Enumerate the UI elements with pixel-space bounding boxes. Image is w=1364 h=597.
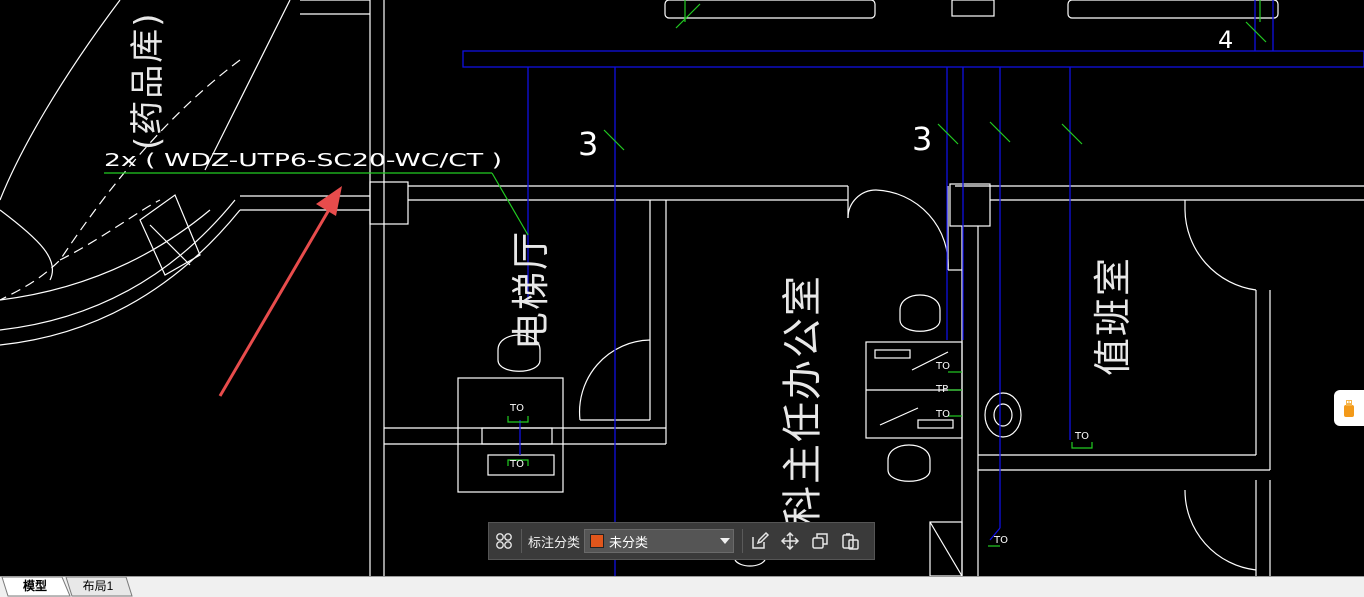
red-arrow-annotation: [218, 186, 342, 397]
cad-drawing-canvas[interactable]: 3 3 4 2x ( WDZ-UTP6-SC20-WC/CT ) (药品库) 电…: [0, 0, 1364, 576]
outlet-tp-office: TP: [936, 384, 949, 395]
copy-icon: [812, 533, 828, 549]
category-dropdown[interactable]: 未分类: [584, 529, 735, 553]
category-label: 标注分类: [528, 534, 581, 550]
edit-icon: [752, 531, 770, 549]
room-label-restroom: 值班室: [1091, 255, 1135, 376]
room-label-office: 科主任办公室: [780, 274, 826, 526]
toolbar-separator: [742, 529, 744, 553]
room-label-hallway: 电梯厅: [509, 229, 553, 350]
tab-model[interactable]: 模型: [6, 577, 64, 596]
paste-button[interactable]: [835, 526, 865, 556]
annotation-toolbar: 标注分类 未分类: [488, 522, 875, 560]
outlet-to-office-1: TO: [936, 361, 950, 372]
category-dropdown-value: 未分类: [609, 534, 649, 550]
toolbar-separator: [521, 529, 522, 553]
tray-count-middle: 3: [912, 120, 932, 158]
move-button[interactable]: [775, 526, 805, 556]
paste-icon: [842, 533, 859, 550]
tray-count-left: 3: [578, 125, 598, 163]
usb-drive-icon: [1344, 400, 1354, 417]
room-label-storage: (药品库): [128, 11, 168, 150]
tray-count-top: 4: [1218, 26, 1233, 54]
outlet-to-reception-upper: TO: [510, 403, 524, 414]
outlet-to-reception-lower: TO: [510, 459, 524, 470]
outlet-to-restroom: TO: [1075, 431, 1089, 442]
edit-annotation-button[interactable]: [745, 526, 775, 556]
chevron-down-icon: [720, 538, 731, 544]
outlet-to-bottom: TO: [994, 535, 1008, 546]
floor-plan-drawing: 3 3 4 2x ( WDZ-UTP6-SC20-WC/CT ): [0, 0, 1364, 576]
side-assistant-widget[interactable]: [1334, 390, 1364, 426]
layout-tab-bar: 模型 布局1: [0, 576, 1364, 597]
category-color-swatch: [590, 534, 605, 548]
tab-layout1[interactable]: 布局1: [68, 577, 128, 596]
outlet-to-office-2: TO: [936, 409, 950, 420]
grid-icon: [496, 533, 512, 549]
cable-annotation[interactable]: 2x ( WDZ-UTP6-SC20-WC/CT ): [104, 150, 502, 171]
copy-button[interactable]: [805, 526, 835, 556]
grid-menu-button[interactable]: [489, 526, 519, 556]
move-icon: [780, 531, 800, 551]
